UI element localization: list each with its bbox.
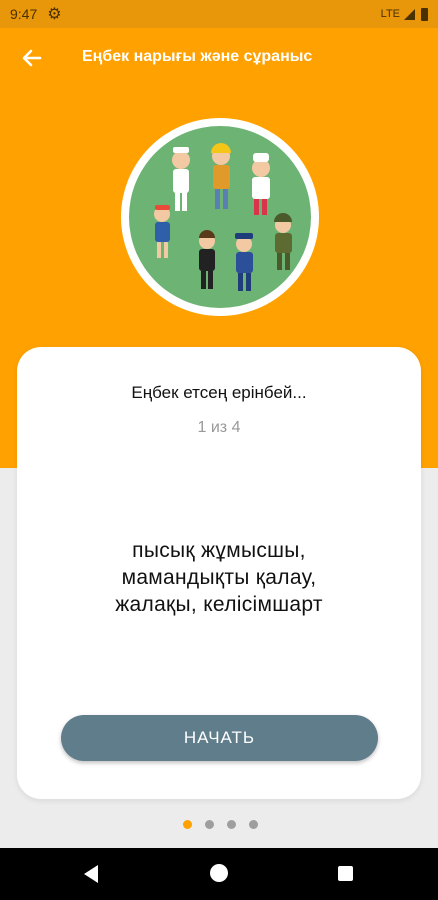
- status-right: LTE: [380, 7, 428, 21]
- signal-icon: [404, 8, 415, 20]
- status-bar: 9:47 ⚙ LTE: [0, 0, 438, 28]
- illustration-circle: [129, 126, 311, 308]
- page-title: Еңбек нарығы және сұраныс: [82, 48, 313, 65]
- page-dot-1[interactable]: [183, 820, 192, 829]
- page-dot-4[interactable]: [249, 820, 258, 829]
- attendant-figure: [154, 205, 170, 258]
- card-body-line: жалақы, келісімшарт: [115, 593, 323, 616]
- card-body-line: мамандықты қалау,: [121, 566, 317, 589]
- card-progress: 1 из 4: [197, 419, 241, 436]
- page-dot-2[interactable]: [205, 820, 214, 829]
- app-bar: Еңбек нарығы және сұраныс: [0, 28, 438, 88]
- nav-back-icon[interactable]: [84, 865, 98, 883]
- chef-figure: [252, 153, 270, 215]
- start-button[interactable]: НАЧАТЬ: [61, 715, 378, 761]
- police-figure: [235, 233, 253, 291]
- battery-icon: [421, 7, 428, 21]
- arrow-left-icon[interactable]: [20, 46, 44, 70]
- status-time: 9:47: [10, 6, 38, 22]
- nav-recents-icon[interactable]: [338, 866, 353, 881]
- system-nav-bar: [0, 848, 438, 900]
- professions-illustration: [121, 118, 319, 316]
- builder-figure: [211, 143, 231, 209]
- professions-icon: [154, 143, 292, 291]
- nurse-figure: [172, 147, 190, 211]
- businessman-figure: [199, 230, 215, 289]
- soldier-figure: [274, 213, 292, 270]
- card-body-line: пысық жұмысшы,: [132, 539, 306, 562]
- network-label: LTE: [380, 8, 400, 20]
- page-indicator: [183, 820, 258, 829]
- nav-home-icon[interactable]: [210, 864, 228, 882]
- card-title: Еңбек етсең ерінбей...: [131, 383, 307, 402]
- gear-icon: ⚙: [47, 6, 62, 23]
- page-dot-3[interactable]: [227, 820, 236, 829]
- intro-card: Еңбек етсең ерінбей... 1 из 4 пысық жұмы…: [17, 347, 421, 799]
- card-body: пысық жұмысшы, мамандықты қалау, жалақы,…: [47, 537, 391, 618]
